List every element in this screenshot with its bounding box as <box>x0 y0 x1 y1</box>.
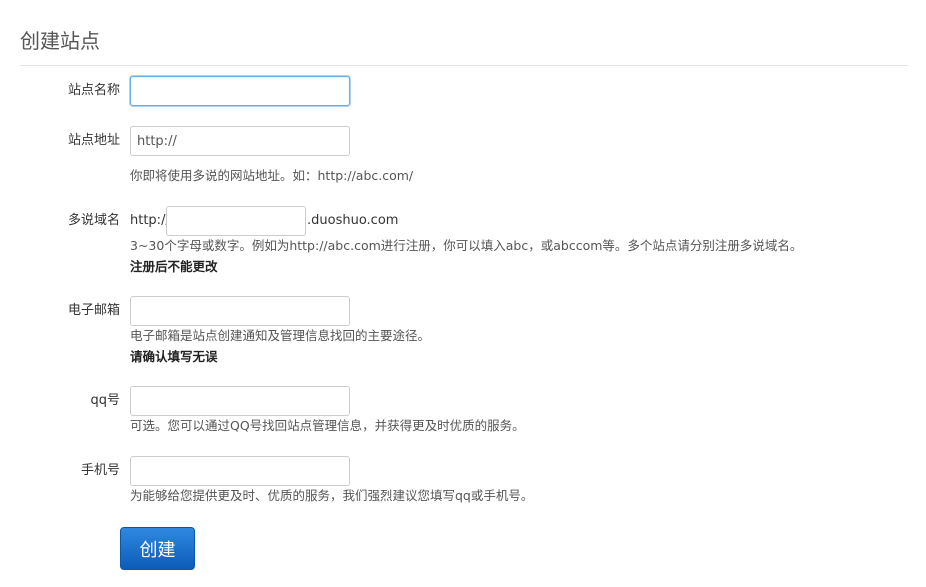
email-help: 电子邮箱是站点创建通知及管理信息找回的主要途径。 <box>130 328 431 343</box>
qq-label: qq号 <box>90 393 120 408</box>
email-label: 电子邮箱 <box>67 303 120 318</box>
site-url-input[interactable] <box>130 126 350 156</box>
create-button[interactable]: 创建 <box>120 527 195 570</box>
email-input[interactable] <box>130 296 350 326</box>
site-name-label: 站点名称 <box>67 83 120 98</box>
duoshuo-domain-label: 多说域名 <box>67 213 120 228</box>
page-title: 创建站点 <box>20 29 100 53</box>
domain-prefix: http:// <box>130 213 170 228</box>
duoshuo-domain-help: 3~30个字母或数字。例如为http://abc.com进行注册，你可以填入ab… <box>130 238 803 253</box>
email-warning: 请确认填写无误 <box>130 349 218 364</box>
duoshuo-domain-warning: 注册后不能更改 <box>130 259 218 274</box>
create-site-page: 创建站点 站点名称 站点地址 你即将使用多说的网站地址。如：http://abc… <box>0 0 926 587</box>
site-url-help: 你即将使用多说的网站地址。如：http://abc.com/ <box>130 168 414 183</box>
phone-input[interactable] <box>130 456 350 486</box>
title-divider <box>20 65 908 66</box>
qq-input[interactable] <box>130 386 350 416</box>
phone-label: 手机号 <box>80 463 120 478</box>
duoshuo-domain-input[interactable] <box>166 206 306 236</box>
site-name-input[interactable] <box>130 76 350 106</box>
phone-help: 为能够给您提供更及时、优质的服务，我们强烈建议您填写qq或手机号。 <box>130 488 534 503</box>
domain-suffix: .duoshuo.com <box>307 213 399 228</box>
site-url-label: 站点地址 <box>67 133 120 148</box>
qq-help: 可选。您可以通过QQ号找回站点管理信息，并获得更及时优质的服务。 <box>130 418 525 433</box>
